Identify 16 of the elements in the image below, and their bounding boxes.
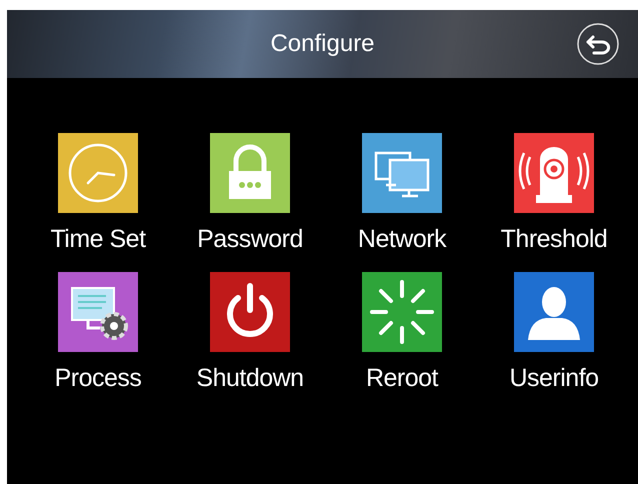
tile-label: Time Set	[50, 225, 146, 254]
tile-label: Threshold	[500, 225, 608, 254]
tile-label: Network	[358, 225, 446, 254]
alarm-icon[interactable]	[514, 133, 594, 213]
tile-label: Shutdown	[196, 364, 304, 393]
power-icon[interactable]	[210, 272, 290, 352]
monitor-gear-icon[interactable]	[58, 272, 138, 352]
tile-label: Password	[197, 225, 303, 254]
user-icon[interactable]	[514, 272, 594, 352]
loading-icon[interactable]	[362, 272, 442, 352]
screen-title: Configure	[270, 30, 375, 58]
monitors-icon[interactable]	[362, 133, 442, 213]
tile-label: Reroot	[366, 364, 438, 393]
tile-label: Process	[54, 364, 142, 393]
tile-label: Userinfo	[509, 364, 599, 393]
back-button[interactable]	[576, 22, 620, 66]
